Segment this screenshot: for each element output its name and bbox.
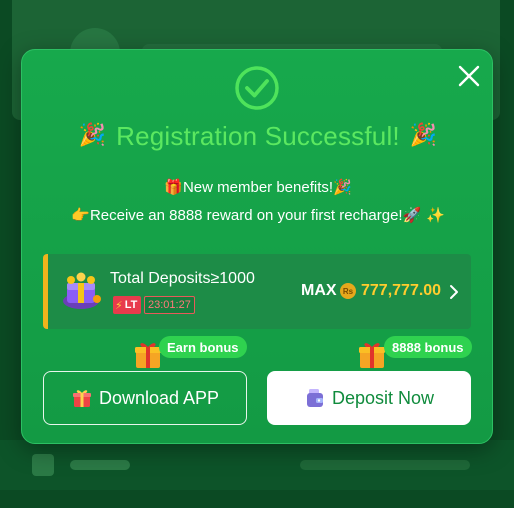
benefit-line-1: 🎁New member benefits!🎉 (22, 178, 494, 196)
badge-label: LT (124, 299, 138, 311)
wallet-icon (306, 389, 323, 407)
deposit-now-label: Deposit Now (331, 387, 435, 408)
deposit-now-button[interactable]: Deposit Now (267, 371, 471, 425)
countdown-timer: 23:01:27 (144, 296, 195, 314)
background-list-item (0, 440, 514, 490)
max-label: MAX (301, 282, 337, 299)
earn-bonus-tag: Earn bonus (159, 336, 247, 358)
gift-box-icon (359, 343, 385, 368)
chevron-right-icon[interactable] (449, 284, 459, 300)
title-row: 🎉 Registration Successful! 🎉 (22, 116, 494, 156)
registration-success-modal: 🎉 Registration Successful! 🎉 🎁New member… (21, 49, 493, 444)
deposit-offer-card[interactable]: Total Deposits≥1000 ⚡ LT 23:01:27 MAX Rs… (43, 254, 471, 329)
benefit-text: Receive an 8888 reward on your first rec… (89, 207, 403, 224)
background-icon (32, 454, 54, 476)
lightning-icon: ⚡ (115, 298, 123, 312)
treasure-gift-icon (63, 272, 101, 309)
close-icon[interactable] (456, 63, 482, 89)
download-app-label: Download APP (98, 387, 220, 408)
offer-title: Total Deposits≥1000 (110, 270, 255, 287)
rupee-coin-icon: Rs (340, 283, 356, 299)
rocket-sparkles-icon: 🚀 ✨ (402, 206, 445, 224)
modal-title: Registration Successful! (116, 120, 400, 151)
check-circle-icon (235, 66, 279, 110)
party-popper-icon: 🎉 (78, 123, 107, 148)
gift-icon: 🎁 (164, 178, 183, 196)
limited-time-badge: ⚡ LT (113, 296, 142, 314)
background-text (70, 460, 130, 470)
max-amount: 777,777.00 (361, 282, 442, 299)
celebration-icon: 🎉 (333, 178, 352, 196)
benefit-line-2: 👉Receive an 8888 reward on your first re… (22, 206, 494, 224)
bonus-amount-tag: 8888 bonus (384, 336, 472, 358)
offer-accent-bar (43, 254, 48, 329)
pointing-hand-icon: 👉 (71, 206, 90, 224)
party-popper-icon: 🎉 (409, 123, 438, 148)
download-app-button[interactable]: Download APP (43, 371, 247, 425)
benefit-text: New member benefits! (182, 179, 334, 196)
gift-icon (72, 390, 91, 407)
background-text (300, 460, 470, 470)
